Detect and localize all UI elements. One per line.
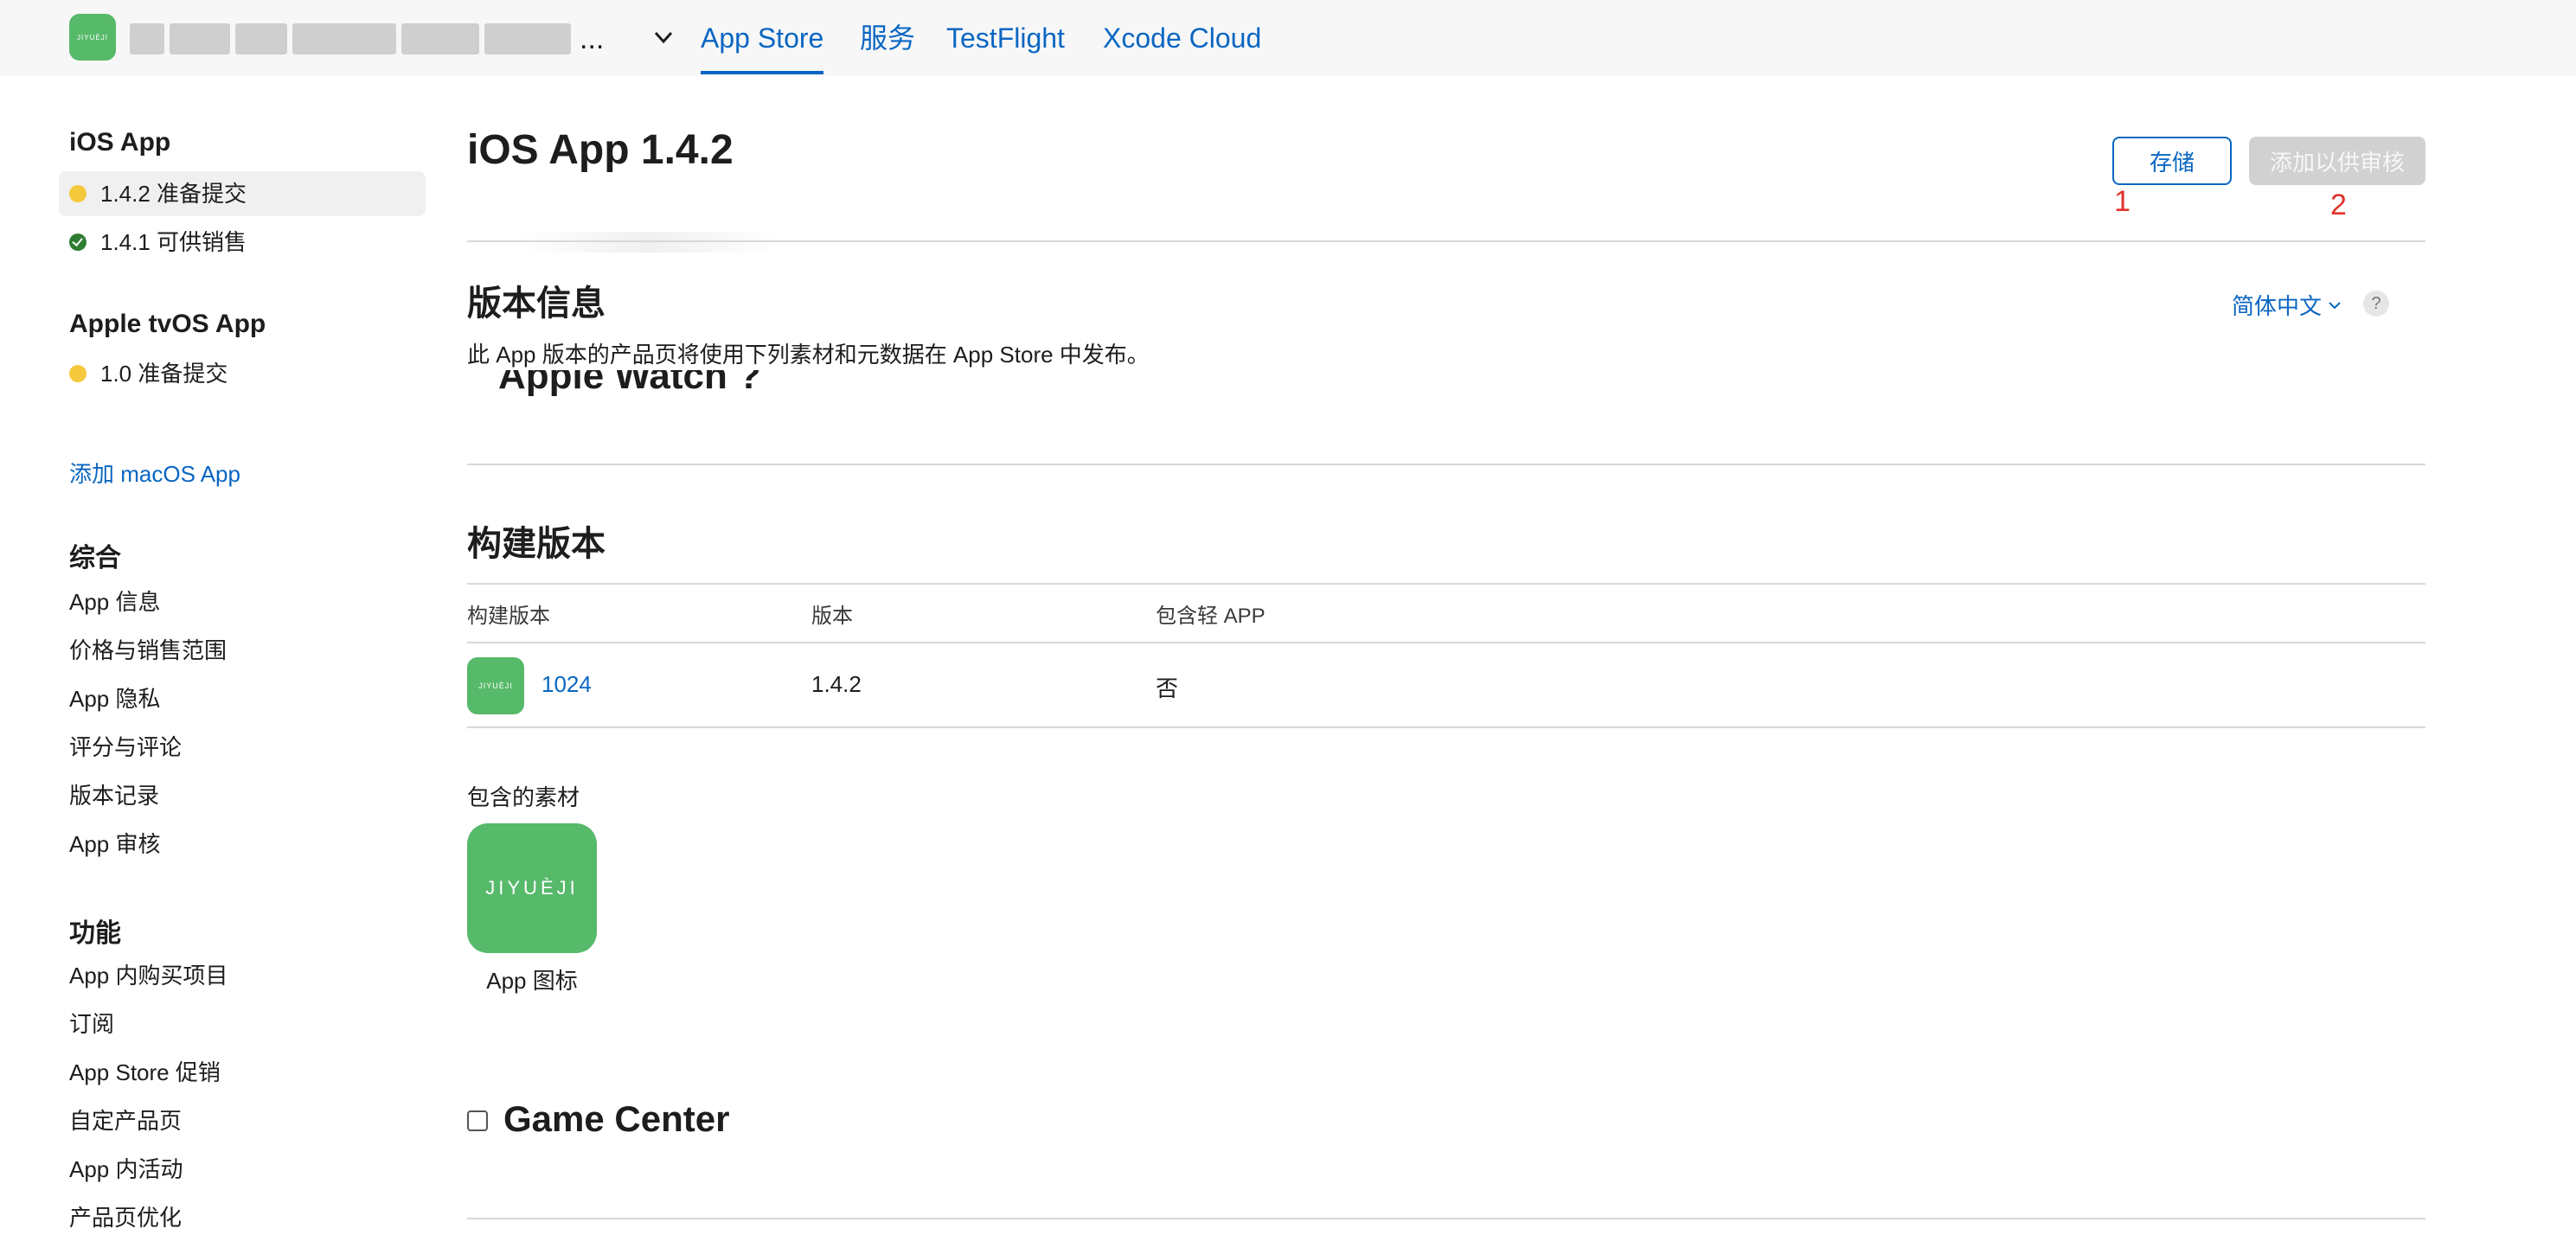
- sidebar-version-label: 1.4.1 可供销售: [100, 229, 247, 255]
- build-version: 1.4.2: [811, 671, 862, 697]
- table-header-border: [467, 642, 2425, 643]
- build-number-link[interactable]: 1024: [541, 671, 592, 698]
- blurred-strip: [519, 232, 779, 253]
- sidebar-item-iap[interactable]: App 内购买项目: [69, 958, 228, 993]
- page-title: iOS App 1.4.2: [467, 127, 734, 173]
- column-header-app-clip: 包含轻 APP: [1156, 605, 1266, 628]
- sidebar-item-privacy[interactable]: App 隐私: [69, 681, 161, 716]
- top-bar: JIYUÈJI ... App Store 服务 TestFlight Xcod…: [0, 0, 2576, 76]
- app-icon-caption: App 图标: [486, 968, 578, 994]
- sidebar-item-pricing[interactable]: 价格与销售范围: [69, 633, 227, 668]
- sidebar-item-subscriptions[interactable]: 订阅: [69, 1007, 114, 1041]
- sidebar-version-label: 1.4.2 准备提交: [100, 181, 247, 207]
- included-assets-label: 包含的素材: [467, 784, 580, 810]
- sidebar-tvos-title: Apple tvOS App: [69, 310, 266, 338]
- divider: [467, 240, 2425, 242]
- build-app-clip: 否: [1156, 675, 1179, 701]
- status-dot-icon: [69, 185, 87, 202]
- app-icon-asset[interactable]: JIYUÈJI: [467, 823, 597, 953]
- annotation-2: 2: [2330, 189, 2347, 221]
- clipped-section-heading: Apple Watch ?: [467, 370, 813, 413]
- checkmark-icon: [69, 234, 87, 251]
- help-icon[interactable]: ?: [2363, 291, 2389, 317]
- sidebar-ios-title: iOS App: [69, 128, 171, 157]
- add-macos-app-link[interactable]: 添加 macOS App: [69, 457, 240, 489]
- sidebar-item-page-optimization[interactable]: 产品页优化: [69, 1200, 182, 1235]
- sidebar-item-promotions[interactable]: App Store 促销: [69, 1055, 221, 1090]
- column-header-version: 版本: [811, 605, 853, 628]
- game-center-label[interactable]: Game Center: [503, 1098, 729, 1140]
- game-center-checkbox[interactable]: [467, 1110, 488, 1131]
- sidebar-item-in-app-events[interactable]: App 内活动: [69, 1152, 183, 1187]
- sidebar-item-version-history[interactable]: 版本记录: [69, 778, 159, 813]
- tab-testflight[interactable]: TestFlight: [946, 21, 1065, 55]
- table-bottom-border: [467, 726, 2425, 728]
- chevron-down-icon: [2329, 301, 2341, 309]
- annotation-1: 1: [2114, 185, 2131, 218]
- add-for-review-button[interactable]: 添加以供审核: [2249, 137, 2425, 185]
- build-app-icon: JIYUÈJI: [467, 657, 524, 714]
- build-section-title: 构建版本: [467, 525, 606, 563]
- language-selector[interactable]: 简体中文: [2232, 289, 2342, 321]
- sidebar-item-app-info[interactable]: App 信息: [69, 585, 161, 619]
- app-logo-text: JIYUÈJI: [77, 33, 108, 42]
- clipped-heading-text: Apple Watch ?: [498, 370, 761, 397]
- status-dot-icon: [69, 365, 87, 382]
- sidebar-item-app-review[interactable]: App 审核: [69, 827, 161, 861]
- sidebar-tvos-version-1-0[interactable]: 1.0 准备提交: [59, 351, 426, 396]
- language-label: 简体中文: [2232, 293, 2323, 319]
- app-logo[interactable]: JIYUÈJI: [69, 14, 116, 61]
- tab-xcode-cloud[interactable]: Xcode Cloud: [1103, 21, 1261, 55]
- chevron-down-icon[interactable]: [650, 24, 676, 50]
- app-name-redacted[interactable]: ...: [130, 19, 631, 59]
- sidebar-version-1-4-1[interactable]: 1.4.1 可供销售: [59, 220, 426, 265]
- app-name-ellipsis: ...: [580, 22, 605, 55]
- version-info-title: 版本信息: [467, 285, 606, 323]
- sidebar-item-custom-pages[interactable]: 自定产品页: [69, 1104, 182, 1138]
- tab-app-store[interactable]: App Store: [701, 21, 824, 74]
- tab-services[interactable]: 服务: [860, 21, 915, 55]
- version-info-description: 此 App 版本的产品页将使用下列素材和元数据在 App Store 中发布。: [467, 342, 1150, 368]
- sidebar-item-ratings[interactable]: 评分与评论: [69, 730, 182, 765]
- sidebar-version-label: 1.0 准备提交: [100, 361, 228, 387]
- sidebar-general-title: 综合: [69, 544, 121, 573]
- divider: [467, 464, 2425, 465]
- divider: [467, 1218, 2425, 1219]
- sidebar-version-1-4-2[interactable]: 1.4.2 准备提交: [59, 171, 426, 216]
- save-button[interactable]: 存储: [2112, 137, 2232, 185]
- sidebar-features-title: 功能: [69, 919, 121, 948]
- column-header-build: 构建版本: [467, 605, 550, 628]
- table-top-border: [467, 583, 2425, 585]
